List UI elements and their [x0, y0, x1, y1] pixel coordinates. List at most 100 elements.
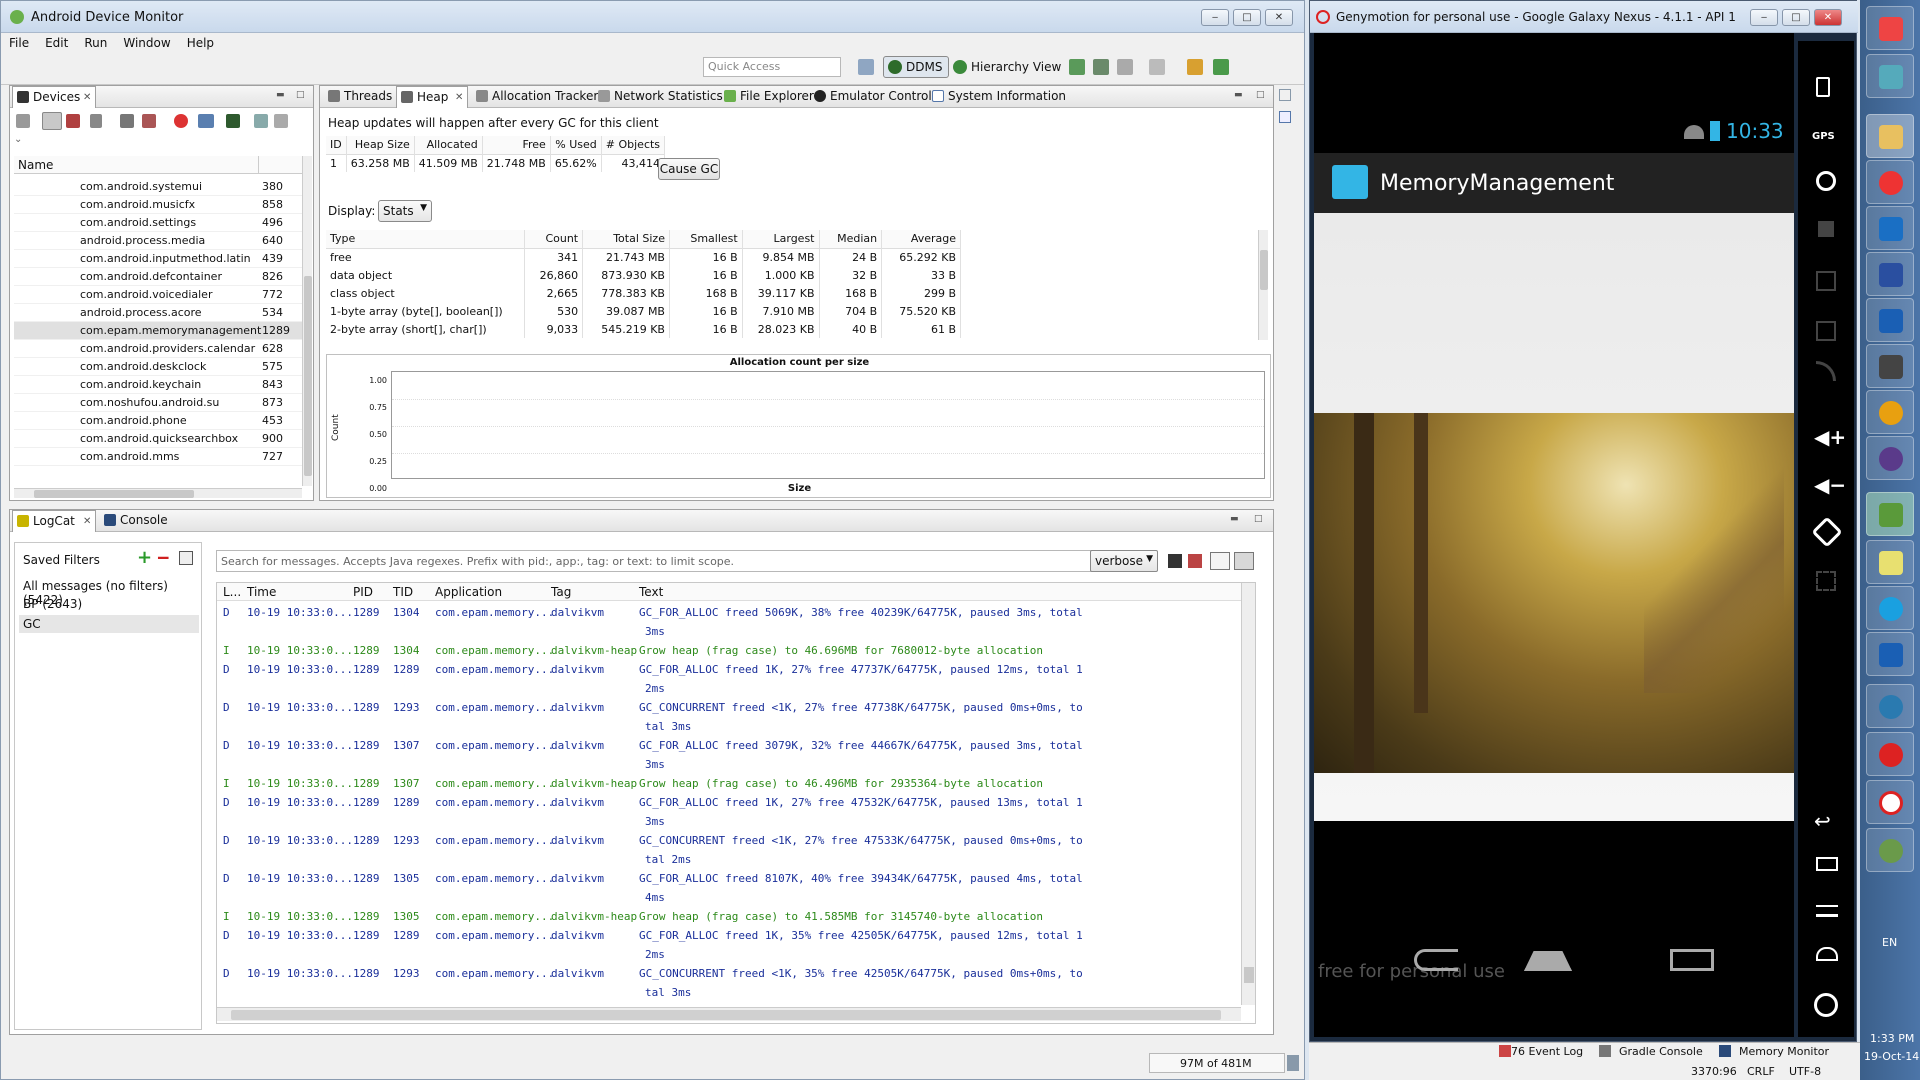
cause-gc-icon[interactable]	[90, 114, 102, 128]
close-icon[interactable]: ✕	[83, 511, 91, 532]
view-menu-icon[interactable]	[274, 114, 288, 128]
tab-logcat[interactable]: LogCat ✕	[12, 510, 96, 532]
taskbar-app[interactable]	[1866, 632, 1914, 676]
toolbar-tool-icon[interactable]	[1069, 59, 1085, 75]
close-button[interactable]: ✕	[1265, 9, 1293, 26]
log-row[interactable]: D 10-19 10:33:0... 1289 1293 com.epam.memory…	[217, 964, 1255, 983]
memory-monitor-tab[interactable]: Memory Monitor	[1739, 1045, 1829, 1058]
taskbar-app[interactable]	[1866, 492, 1914, 536]
clear-log-icon[interactable]	[1188, 554, 1202, 568]
fullscreen-icon[interactable]	[1816, 571, 1836, 591]
table-row[interactable]: data object 26,860 873.930 KB 16 B 1.000 KB 3…	[326, 266, 961, 284]
power-icon[interactable]	[1814, 993, 1838, 1017]
type-header[interactable]: Smallest	[669, 230, 743, 248]
add-filter-icon[interactable]: +	[137, 549, 152, 567]
device-process-row[interactable]: com.android.settings 496	[14, 214, 304, 232]
taskbar-app[interactable]	[1866, 6, 1914, 50]
log-row[interactable]: D 10-19 10:33:0... 1289 1289 com.epam.memory…	[217, 926, 1255, 945]
minimize-view-icon[interactable]: ▬	[1230, 515, 1240, 525]
menu-window[interactable]: Window	[115, 33, 178, 53]
minimize-button[interactable]: ‒	[1201, 9, 1229, 26]
line-separator[interactable]: CRLF	[1747, 1065, 1775, 1078]
volume-down-icon[interactable]: ◀−	[1814, 473, 1846, 497]
minimize-button[interactable]: ‒	[1750, 9, 1778, 26]
toolbar-tool-icon[interactable]	[1093, 59, 1109, 75]
debug-process-icon[interactable]	[16, 114, 30, 128]
update-heap-icon[interactable]	[42, 112, 62, 130]
menu-file[interactable]: File	[1, 33, 37, 53]
close-icon[interactable]: ✕	[83, 87, 91, 108]
menu-help[interactable]: Help	[179, 33, 222, 53]
taskbar-clock[interactable]: 1:33 PM	[1870, 1032, 1914, 1045]
menu-edit[interactable]: Edit	[37, 33, 76, 53]
log-row[interactable]: D 10-19 10:33:0... 1289 1289 com.epam.memory…	[217, 793, 1255, 812]
type-header[interactable]: Total Size	[582, 230, 670, 248]
recent-apps-icon[interactable]	[1670, 949, 1714, 971]
device-process-row[interactable]: com.android.quicksearchbox 900	[14, 430, 304, 448]
maximize-button[interactable]: □	[1233, 9, 1261, 26]
update-threads-icon[interactable]	[120, 114, 134, 128]
log-column-header[interactable]: PID	[353, 585, 373, 599]
screen-capture-icon[interactable]	[198, 114, 214, 128]
log-column-header[interactable]: Application	[435, 585, 502, 599]
close-button[interactable]: ✕	[1814, 9, 1842, 26]
tab-network-statistics[interactable]: Network Statistics	[594, 86, 723, 108]
device-process-row[interactable]: com.android.mms 727	[14, 448, 304, 466]
taskbar-app[interactable]	[1866, 390, 1914, 434]
taskbar-app[interactable]	[1866, 436, 1914, 480]
type-header[interactable]: Median	[819, 230, 883, 248]
table-row[interactable]: 1-byte array (byte[], boolean[]) 530 39.08…	[326, 302, 961, 320]
log-row[interactable]: D 10-19 10:33:0... 1289 1293 com.epam.memory…	[217, 831, 1255, 850]
log-row[interactable]: D 10-19 10:33:0... 1289 1293 com.epam.memory…	[217, 698, 1255, 717]
log-column-header[interactable]: Text	[639, 585, 663, 599]
toolbar-tool-icon[interactable]	[1149, 59, 1165, 75]
ddms-perspective-button[interactable]: DDMS	[883, 56, 949, 78]
save-log-icon[interactable]	[1168, 554, 1182, 568]
cause-gc-button[interactable]: Cause GC	[658, 158, 720, 180]
type-table-scrollbar[interactable]	[1258, 230, 1268, 340]
toolbar-tool-icon[interactable]	[1187, 59, 1203, 75]
home-button-icon[interactable]	[1816, 947, 1838, 961]
log-column-header[interactable]: Time	[247, 585, 276, 599]
camera-icon[interactable]	[1816, 171, 1836, 191]
taskbar-app[interactable]	[1866, 298, 1914, 342]
gps-icon[interactable]: GPS	[1812, 131, 1835, 142]
remote-control-icon[interactable]	[1816, 271, 1836, 291]
taskbar-app[interactable]	[1866, 344, 1914, 388]
battery-widget-icon[interactable]	[1816, 77, 1830, 97]
type-header[interactable]: Average	[881, 230, 961, 248]
log-row[interactable]: I 10-19 10:33:0... 1289 1305 com.epam.memory…	[217, 907, 1255, 926]
log-row[interactable]: D 10-19 10:33:0... 1289 1289 com.epam.memory…	[217, 660, 1255, 679]
device-process-row[interactable]: com.android.defcontainer 826	[14, 268, 304, 286]
device-process-row[interactable]: com.android.musicfx 858	[14, 196, 304, 214]
maximize-view-icon[interactable]: □	[296, 91, 306, 101]
tab-console[interactable]: Console	[100, 510, 170, 532]
filter-item-selected[interactable]: GC	[19, 615, 199, 633]
tab-threads[interactable]: Threads	[324, 86, 394, 108]
type-header[interactable]: Largest	[742, 230, 820, 248]
menu-button-icon[interactable]	[1816, 905, 1838, 917]
stop-process-icon[interactable]	[174, 114, 188, 128]
tab-heap[interactable]: Heap ✕	[396, 86, 468, 108]
log-search-input[interactable]: Search for messages. Accepts Java regexe…	[216, 550, 1096, 572]
file-encoding[interactable]: UTF-8	[1789, 1065, 1821, 1078]
log-row[interactable]: I 10-19 10:33:0... 1289 1304 com.epam.memory…	[217, 641, 1255, 660]
capture-icon[interactable]	[1818, 221, 1834, 237]
column-layout-icon[interactable]	[1210, 552, 1230, 570]
restore-view-icon[interactable]	[1279, 89, 1291, 101]
start-opengl-trace-icon[interactable]	[254, 114, 268, 128]
device-process-row[interactable]: com.android.systemui 380	[14, 178, 304, 196]
taskbar-app[interactable]	[1866, 684, 1914, 728]
taskbar-date[interactable]: 19-Oct-14	[1864, 1050, 1919, 1063]
log-row[interactable]: D 10-19 10:33:0... 1289 1304 com.epam.memory…	[217, 603, 1255, 622]
gradle-console-tab[interactable]: Gradle Console	[1619, 1045, 1703, 1058]
table-row[interactable]: free 341 21.743 MB 16 B 9.854 MB 24 B 65.292 K…	[326, 248, 961, 266]
device-process-row[interactable]: android.process.acore 534	[14, 304, 304, 322]
tab-devices[interactable]: Devices ✕	[12, 86, 96, 108]
device-process-row[interactable]: com.android.keychain 843	[14, 376, 304, 394]
column-name[interactable]: Name	[18, 158, 53, 172]
table-row[interactable]: 2-byte array (short[], char[]) 9,033 545.2…	[326, 320, 961, 338]
device-process-row[interactable]: com.android.deskclock 575	[14, 358, 304, 376]
chevron-down-icon[interactable]: ⌄	[14, 134, 22, 145]
log-column-header[interactable]: TID	[393, 585, 413, 599]
